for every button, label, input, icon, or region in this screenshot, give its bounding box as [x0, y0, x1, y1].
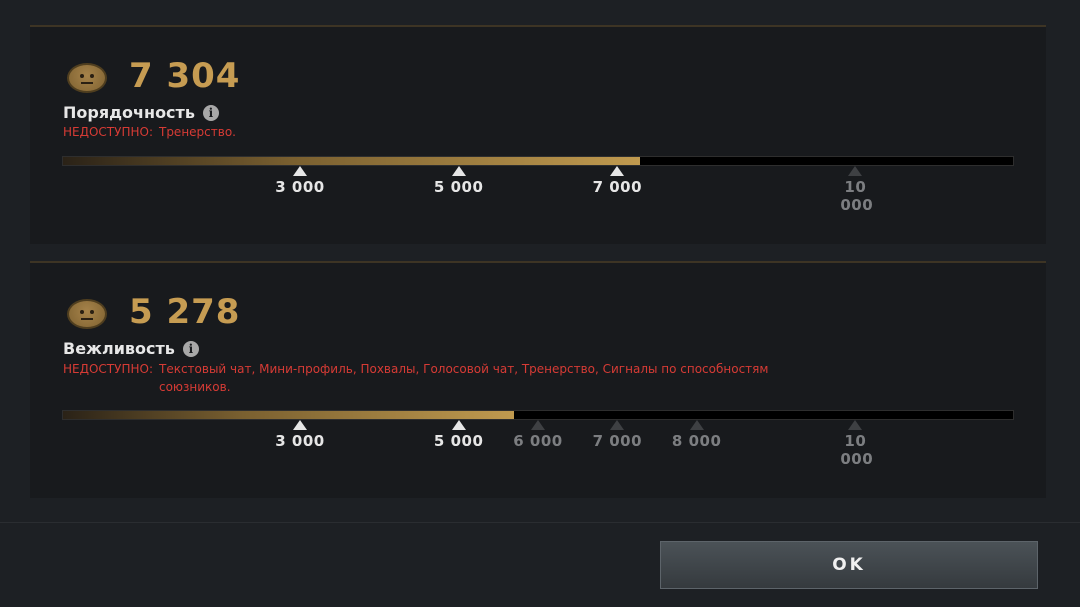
milestone-marker-icon [689, 420, 704, 430]
conduct-title-text: Порядочность [63, 103, 195, 122]
milestone-7000: 7 000 [577, 166, 657, 196]
milestone-5000: 5 000 [419, 420, 499, 450]
milestone-marker-icon [848, 166, 863, 176]
behavior-progress-bar [62, 410, 1014, 420]
milestone-label: 6 000 [513, 432, 563, 450]
milestone-marker-icon [293, 420, 307, 430]
unavailable-list: Тренерство. [158, 125, 236, 139]
behavior-progress-fill [63, 411, 515, 419]
behavior-unavailable: НЕДОСТУПНО: Текстовый чат, Мини-профиль, … [63, 360, 768, 396]
ok-button[interactable]: OK [660, 541, 1038, 589]
milestone-marker-icon [848, 420, 863, 430]
milestone-label: 8 000 [671, 432, 722, 450]
milestone-label: 3 000 [275, 432, 325, 450]
conduct-progress-bar [62, 156, 1014, 166]
behavior-title: Вежливость i [63, 339, 199, 358]
behavior-title-text: Вежливость [63, 339, 175, 358]
milestone-10000: 10 000 [815, 166, 895, 214]
unavailable-label: НЕДОСТУПНО: [63, 125, 153, 139]
unavailable-list: Текстовый чат, Мини-профиль, Похвалы, Го… [159, 360, 768, 396]
milestone-marker-icon [610, 420, 625, 430]
milestone-marker-icon [451, 420, 466, 430]
milestone-10000: 10 000 [815, 420, 895, 468]
conduct-progress-fill [63, 157, 640, 165]
info-icon[interactable]: i [182, 341, 199, 357]
unavailable-list-line-1: Текстовый чат, Мини-профиль, Похвалы, Го… [158, 362, 769, 376]
conduct-panel: 7 304 Порядочность i НЕДОСТУПНО: Тренерств… [30, 25, 1046, 244]
conduct-title: Порядочность i [63, 103, 219, 122]
milestone-marker-icon [531, 420, 545, 430]
milestone-8000: 8 000 [657, 420, 737, 450]
info-icon[interactable]: i [202, 105, 219, 121]
unavailable-label: НЕДОСТУПНО: [63, 362, 153, 376]
milestone-label: 3 000 [275, 178, 325, 196]
milestone-6000: 6 000 [498, 420, 578, 450]
footer-divider [0, 522, 1080, 523]
milestone-label: 5 000 [433, 432, 484, 450]
milestone-label: 10 000 [840, 178, 874, 214]
milestone-label: 7 000 [592, 178, 643, 196]
milestone-label: 7 000 [592, 432, 643, 450]
conduct-unavailable: НЕДОСТУПНО: Тренерство. [63, 123, 236, 141]
behavior-panel: 5 278 Вежливость i НЕДОСТУПНО: Текстовый ч… [30, 261, 1046, 498]
milestone-label: 10 000 [840, 432, 874, 468]
unavailable-list-line-2: союзников. [158, 380, 231, 394]
milestone-3000: 3 000 [260, 166, 340, 196]
conduct-score: 7 304 [129, 56, 241, 96]
neutral-face-icon [67, 299, 107, 329]
milestone-marker-icon [293, 166, 307, 176]
milestone-5000: 5 000 [419, 166, 499, 196]
milestone-marker-icon [451, 166, 466, 176]
milestone-marker-icon [610, 166, 625, 176]
milestone-7000: 7 000 [577, 420, 657, 450]
milestone-3000: 3 000 [260, 420, 340, 450]
behavior-score: 5 278 [129, 292, 241, 332]
milestone-label: 5 000 [433, 178, 484, 196]
neutral-face-icon [67, 63, 107, 93]
